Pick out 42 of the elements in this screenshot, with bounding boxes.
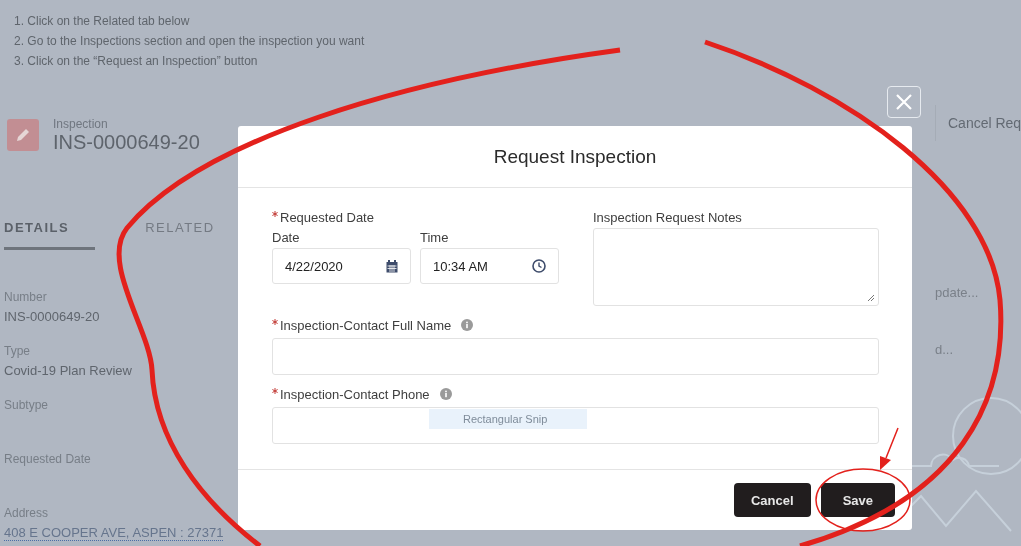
instruction-line: 1. Click on the Related tab below: [14, 13, 191, 30]
field-label: Inspection-Contact Full Name: [280, 317, 452, 333]
field-value: d...: [934, 342, 955, 357]
modal-title: Request Inspection: [493, 145, 657, 168]
field-label: Address: [4, 506, 50, 520]
cancel-button[interactable]: Cancel: [734, 483, 811, 517]
info-icon[interactable]: [461, 319, 474, 331]
save-button[interactable]: Save: [820, 483, 895, 517]
record-tab[interactable]: DETAILS: [4, 217, 96, 250]
record-type: Inspection: [53, 116, 109, 131]
field-label: Inspection Request Notes: [593, 209, 742, 225]
input-field[interactable]: [272, 338, 879, 375]
address-link[interactable]: 408 E COOPER AVE, ASPEN : 27371: [4, 525, 224, 541]
notes-textarea[interactable]: [593, 228, 879, 306]
pencil-icon: [7, 119, 39, 151]
resize-grip-icon: [867, 294, 875, 302]
snip-tooltip: Rectangular Snip: [429, 409, 588, 429]
field-label: Number: [4, 290, 48, 304]
header-action-button[interactable]: Cancel Req: [935, 105, 1021, 141]
record-tab[interactable]: RELATED: [145, 217, 215, 250]
field-label: Requested Date: [4, 452, 92, 466]
field-label: Date: [272, 230, 301, 245]
record-name: INS-0000649-20: [53, 130, 200, 154]
time-field[interactable]: 10:34 AM: [420, 248, 559, 284]
close-icon: [895, 93, 913, 111]
field-label: Subtype: [4, 398, 50, 412]
field-value: Covid-19 Plan Review: [4, 363, 133, 378]
input-field[interactable]: Rectangular Snip: [272, 407, 879, 444]
field-label: Inspection-Contact Phone: [280, 386, 430, 402]
close-button[interactable]: [887, 86, 921, 118]
annotation-arrow: [880, 427, 899, 470]
calendar-icon: [386, 259, 398, 273]
date-field[interactable]: 4/22/2020: [272, 248, 411, 284]
field-value: pdate...: [934, 285, 980, 300]
field-label: Time: [420, 230, 450, 245]
instruction-line: 2. Go to the Inspections section and open the inspection you want: [14, 33, 366, 50]
field-value: INS-0000649-20: [4, 309, 101, 324]
field-label: Type: [4, 344, 31, 358]
clock-icon: [532, 259, 546, 273]
info-icon[interactable]: [439, 388, 452, 400]
instruction-line: 3. Click on the “Request an Inspection” button: [14, 53, 259, 70]
field-label: Requested Date: [280, 209, 374, 225]
